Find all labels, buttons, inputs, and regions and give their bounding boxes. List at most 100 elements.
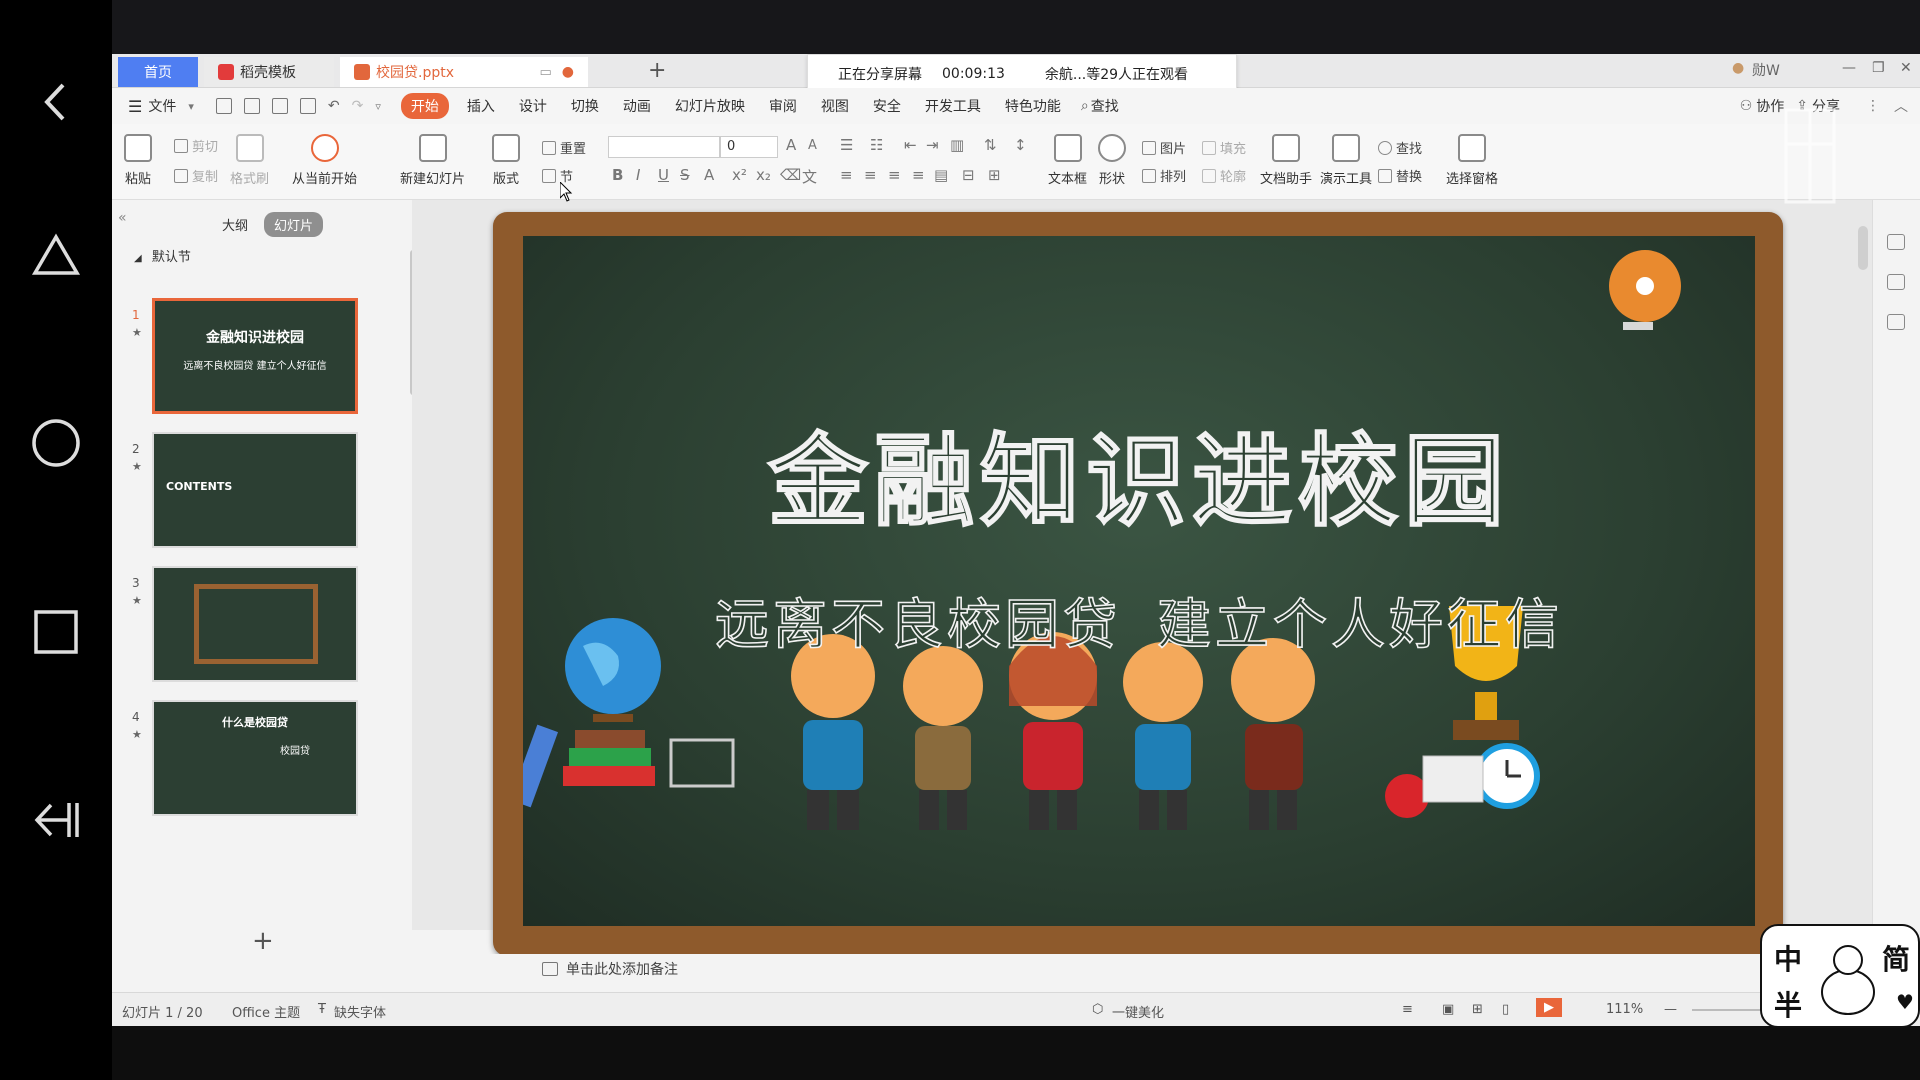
- font-color-icon[interactable]: A: [704, 166, 714, 184]
- menu-security[interactable]: 安全: [873, 96, 901, 116]
- recents-square-icon[interactable]: [28, 604, 84, 660]
- canvas-scrollbar[interactable]: [1858, 226, 1868, 270]
- font-name-select[interactable]: [608, 136, 720, 158]
- chevron-down-icon[interactable]: ▾: [188, 100, 194, 113]
- missing-font-button[interactable]: 缺失字体: [334, 1002, 386, 1021]
- menu-features[interactable]: 特色功能: [1005, 96, 1061, 116]
- reset-button[interactable]: 重置: [542, 138, 586, 157]
- textbox-button[interactable]: 文本框: [1048, 134, 1087, 187]
- section-header[interactable]: ◢ 默认节: [134, 246, 191, 265]
- shrink-font-icon[interactable]: A: [808, 138, 817, 153]
- picture-button[interactable]: 图片: [1142, 138, 1186, 157]
- line-spacing-icon[interactable]: ↕: [1014, 136, 1027, 154]
- menu-transition[interactable]: 切换: [571, 96, 599, 116]
- menu-slideshow[interactable]: 幻灯片放映: [675, 96, 745, 116]
- strikethrough-icon[interactable]: S: [680, 166, 690, 184]
- menu-dev-tools[interactable]: 开发工具: [925, 96, 981, 116]
- text-direction-icon[interactable]: ⇅: [984, 136, 997, 154]
- new-slide-button[interactable]: 新建幻灯片: [400, 134, 465, 187]
- underline-icon[interactable]: U: [658, 166, 669, 184]
- arrange-button[interactable]: 排列: [1142, 166, 1186, 185]
- print-icon[interactable]: [271, 98, 288, 114]
- italic-icon[interactable]: I: [636, 166, 640, 184]
- notes-area[interactable]: 单击此处添加备注: [412, 954, 1872, 984]
- menu-search[interactable]: 查找: [1091, 96, 1119, 116]
- format-painter-button[interactable]: 格式刷: [230, 134, 269, 187]
- increase-indent-icon[interactable]: ⇥: [926, 136, 939, 154]
- tab-docer[interactable]: 稻壳模板: [204, 57, 334, 87]
- menu-insert[interactable]: 插入: [467, 96, 495, 116]
- doc-assistant-button[interactable]: 文档助手: [1260, 134, 1312, 187]
- sorter-view-icon[interactable]: ⊞: [1472, 1002, 1483, 1017]
- notes-toggle-icon[interactable]: ≡: [1402, 1002, 1413, 1017]
- paste-button[interactable]: 粘贴: [124, 134, 152, 187]
- undo-icon[interactable]: ↶: [328, 98, 340, 114]
- align-center-icon[interactable]: ≡: [864, 166, 877, 184]
- bold-icon[interactable]: B: [612, 166, 623, 184]
- menu-start[interactable]: 开始: [400, 93, 449, 119]
- slide-subtitle[interactable]: 远离不良校园贷 建立个人好征信: [523, 580, 1755, 659]
- present-tool-button[interactable]: 演示工具: [1320, 134, 1372, 187]
- tab-monitor-icon[interactable]: ▭: [539, 65, 551, 80]
- columns-icon[interactable]: ▥: [950, 136, 964, 154]
- properties-icon[interactable]: [1887, 234, 1905, 250]
- find-button[interactable]: 查找: [1378, 138, 1422, 157]
- animation-icon[interactable]: [1887, 274, 1905, 290]
- restore-icon[interactable]: ❐: [1872, 60, 1885, 76]
- search-icon[interactable]: ⌕: [1081, 98, 1089, 114]
- collapse-arrow-icon[interactable]: [28, 792, 84, 848]
- bullet-list-icon[interactable]: ☰: [840, 136, 853, 154]
- menu-design[interactable]: 设计: [519, 96, 547, 116]
- layout-button[interactable]: 版式: [492, 134, 520, 187]
- collab-icon[interactable]: ⚇: [1740, 98, 1753, 114]
- tab-file[interactable]: 校园贷.pptx ▭ ●: [340, 57, 588, 87]
- copy-button[interactable]: 复制: [174, 166, 218, 185]
- char-border-icon[interactable]: 文: [802, 166, 817, 187]
- numbered-list-icon[interactable]: ☷: [870, 136, 883, 154]
- slide-thumbnail[interactable]: 什么是校园贷 校园贷: [152, 700, 358, 816]
- triangle-icon[interactable]: [28, 228, 84, 284]
- tab-outline[interactable]: 大纲: [212, 212, 258, 237]
- preview-icon[interactable]: [299, 98, 316, 114]
- tab-home[interactable]: 首页: [118, 57, 198, 87]
- play-slideshow-icon[interactable]: ▶: [1536, 998, 1562, 1017]
- select-pane-button[interactable]: 选择窗格: [1446, 134, 1498, 187]
- zoom-out-icon[interactable]: —: [1664, 1002, 1677, 1017]
- shape-button[interactable]: 形状: [1098, 134, 1126, 187]
- hamburger-icon[interactable]: ☰: [128, 97, 142, 116]
- normal-view-icon[interactable]: ▣: [1442, 1002, 1454, 1017]
- cut-button[interactable]: 剪切: [174, 136, 218, 155]
- superscript-icon[interactable]: x²: [732, 166, 747, 184]
- fill-button[interactable]: 填充: [1202, 138, 1246, 157]
- back-arrow-icon[interactable]: [28, 74, 84, 130]
- home-circle-icon[interactable]: [28, 415, 84, 471]
- new-tab-button[interactable]: +: [648, 58, 666, 83]
- section-collapse-icon[interactable]: ◢: [134, 253, 142, 264]
- zoom-level[interactable]: 111%: [1606, 1002, 1643, 1017]
- align-text-icon[interactable]: ⊟: [962, 166, 975, 184]
- slide-thumbnail[interactable]: CONTENTS: [152, 432, 358, 548]
- redo-icon[interactable]: ↷: [352, 98, 364, 114]
- menu-animation[interactable]: 动画: [623, 96, 651, 116]
- grow-font-icon[interactable]: A: [786, 136, 796, 154]
- more-icon[interactable]: ⋮: [1866, 98, 1880, 114]
- clear-format-icon[interactable]: ⌫: [780, 166, 801, 184]
- menu-view[interactable]: 视图: [821, 96, 849, 116]
- slide-thumbnail[interactable]: 金融知识进校园 远离不良校园贷 建立个人好征信: [152, 298, 358, 414]
- align-left-icon[interactable]: ≡: [840, 166, 853, 184]
- transition-icon[interactable]: [1887, 314, 1905, 330]
- replace-button[interactable]: 替换: [1378, 166, 1422, 185]
- ribbon-collapse-icon[interactable]: ︿: [1894, 96, 1908, 116]
- play-from-current-button[interactable]: 从当前开始: [292, 134, 357, 187]
- avatar[interactable]: ●: [1732, 60, 1744, 76]
- slide-thumbnail[interactable]: [152, 566, 358, 682]
- collab-button[interactable]: 协作: [1756, 96, 1784, 116]
- slide[interactable]: 金融知识进校园 远离不良校园贷 建立个人好征信: [493, 212, 1783, 956]
- quick-access-dropdown-icon[interactable]: ▿: [375, 100, 381, 113]
- align-right-icon[interactable]: ≡: [888, 166, 901, 184]
- collapse-panel-icon[interactable]: «: [118, 210, 127, 226]
- smart-convert-icon[interactable]: ⊞: [988, 166, 1001, 184]
- font-size-select[interactable]: 0: [720, 136, 778, 158]
- slide-title[interactable]: 金融知识进校园: [523, 400, 1755, 545]
- tab-slides[interactable]: 幻灯片: [264, 212, 324, 237]
